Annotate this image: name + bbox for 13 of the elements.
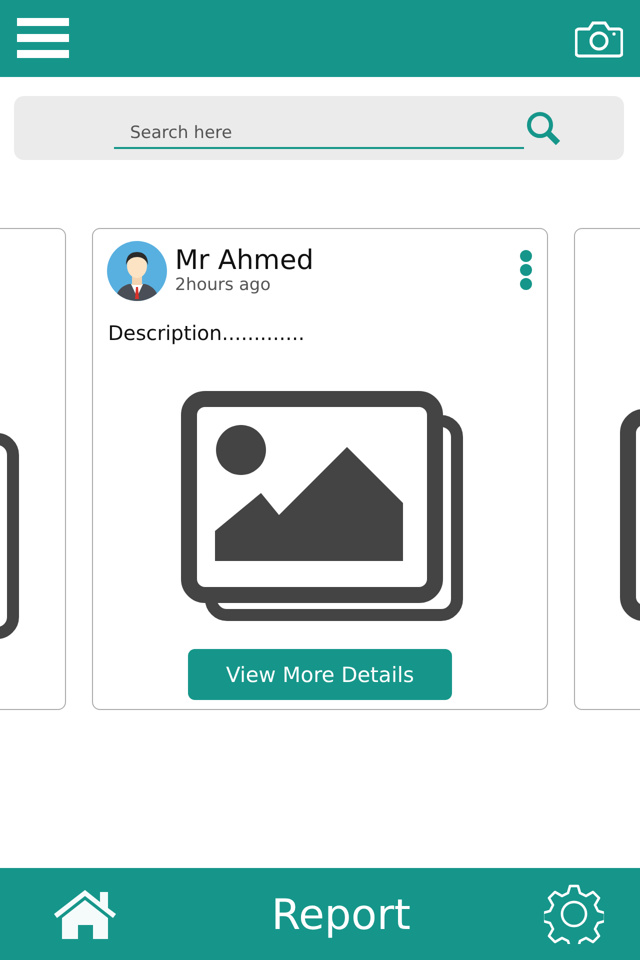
page-title: Report (271, 890, 411, 938)
camera-icon[interactable] (575, 20, 623, 58)
more-icon[interactable] (519, 249, 533, 291)
view-details-button[interactable]: View More Details (188, 649, 452, 700)
search-field[interactable]: Search here (114, 115, 524, 149)
search-icon[interactable] (526, 111, 562, 145)
search-bar[interactable]: Search here (14, 96, 624, 160)
post-description: Description............. (108, 321, 306, 345)
post-time: 2hours ago (175, 276, 272, 295)
settings-icon[interactable] (544, 884, 604, 944)
menu-icon[interactable] (17, 18, 69, 60)
author-name: Mr Ahmed (175, 247, 315, 276)
home-icon[interactable] (52, 888, 118, 940)
